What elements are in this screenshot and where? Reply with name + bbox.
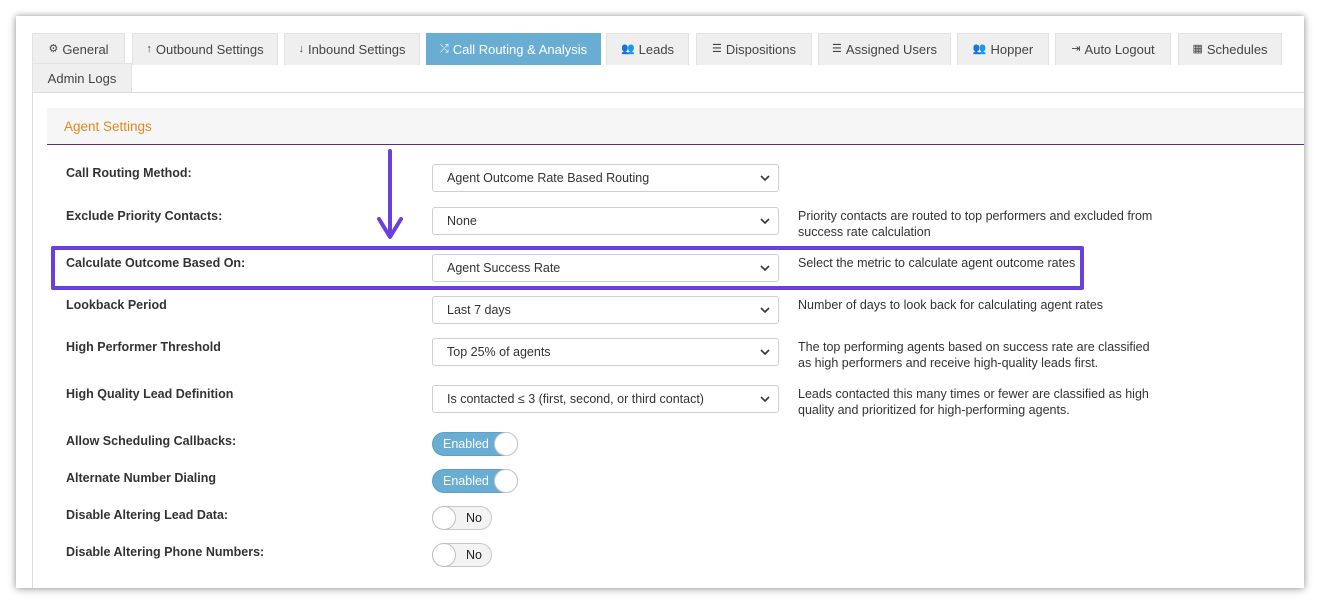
tab-assigned-users[interactable]: ☰ Assigned Users	[818, 33, 951, 65]
tab-label: Hopper	[990, 42, 1034, 57]
list-icon: ☰	[712, 43, 722, 55]
scheduling-callbacks-toggle[interactable]: Enabled	[432, 432, 518, 456]
tab-auto-logout[interactable]: ⇥ Auto Logout	[1055, 33, 1171, 65]
high-quality-label: High Quality Lead Definition	[66, 387, 234, 401]
scheduling-callbacks-label: Allow Scheduling Callbacks:	[66, 434, 237, 448]
disable-phone-numbers-toggle[interactable]: No	[432, 543, 492, 567]
disable-lead-data-toggle[interactable]: No	[432, 506, 492, 530]
routing-method-label: Call Routing Method:	[66, 166, 192, 180]
tab-label: Outbound Settings	[155, 42, 264, 57]
select-value: None	[447, 214, 477, 228]
tab-outbound-settings[interactable]: ↑ Outbound Settings	[132, 33, 278, 65]
tab-inbound-settings[interactable]: ↓ Inbound Settings	[284, 33, 420, 65]
toggle-knob	[432, 543, 456, 567]
chevron-down-icon	[760, 265, 770, 272]
app-window: ⚙ General ↑ Outbound Settings ↓ Inbound …	[16, 16, 1304, 588]
calculate-outcome-select[interactable]: Agent Success Rate	[432, 254, 779, 282]
chevron-down-icon	[760, 218, 770, 225]
gears-icon: ⚙	[48, 43, 59, 55]
tab-label: General	[62, 42, 109, 57]
select-value: Last 7 days	[447, 303, 511, 317]
calculate-outcome-help: Select the metric to calculate agent out…	[798, 256, 1076, 270]
high-quality-select[interactable]: Is contacted ≤ 3 (first, second, or thir…	[432, 385, 779, 413]
ordered-list-icon: ☰	[832, 43, 842, 55]
lookback-label: Lookback Period	[66, 298, 167, 312]
toggle-knob	[494, 469, 518, 493]
users-icon: 👥	[972, 43, 987, 55]
tab-label: Leads	[638, 42, 675, 57]
calendar-icon: ▦	[1192, 43, 1203, 55]
tab-label: Auto Logout	[1084, 42, 1155, 57]
chevron-down-icon	[760, 175, 770, 182]
chevron-down-icon	[760, 307, 770, 314]
disable-phone-numbers-label: Disable Altering Phone Numbers:	[66, 545, 265, 559]
chevron-down-icon	[760, 349, 770, 356]
tab-leads[interactable]: 👥 Leads	[606, 33, 689, 65]
tab-label: Inbound Settings	[307, 42, 406, 57]
tab-schedules[interactable]: ▦ Schedules	[1178, 33, 1282, 65]
high-performer-select[interactable]: Top 25% of agents	[432, 338, 779, 366]
lookback-help: Number of days to look back for calculat…	[798, 298, 1104, 312]
high-quality-help: Leads contacted this many times or fewer…	[798, 387, 1149, 417]
toggle-knob	[494, 432, 518, 456]
routing-method-select[interactable]: Agent Outcome Rate Based Routing	[432, 164, 779, 192]
disable-lead-data-label: Disable Altering Lead Data:	[66, 508, 229, 522]
high-performer-label: High Performer Threshold	[66, 340, 221, 354]
tab-admin-logs[interactable]: Admin Logs	[32, 63, 132, 93]
exclude-priority-select[interactable]: None	[432, 207, 779, 235]
select-value: Top 25% of agents	[447, 345, 551, 359]
chevron-down-icon	[760, 396, 770, 403]
tab-label: Admin Logs	[47, 71, 117, 86]
toggle-state: No	[466, 548, 482, 562]
exclude-priority-help: Priority contacts are routed to top perf…	[798, 209, 1153, 239]
arrow-up-icon: ↑	[146, 43, 152, 55]
tab-label: Call Routing & Analysis	[452, 42, 588, 57]
alternate-dialing-toggle[interactable]: Enabled	[432, 469, 518, 493]
toggle-state: Enabled	[443, 437, 489, 451]
sign-out-icon: ⇥	[1071, 43, 1081, 55]
tab-label: Dispositions	[725, 42, 796, 57]
alternate-dialing-label: Alternate Number Dialing	[66, 471, 217, 485]
tab-label: Schedules	[1206, 42, 1268, 57]
select-value: Is contacted ≤ 3 (first, second, or thir…	[447, 392, 704, 406]
lookback-select[interactable]: Last 7 days	[432, 296, 779, 324]
tab-dispositions[interactable]: ☰ Dispositions	[696, 33, 812, 65]
high-performer-help: The top performing agents based on succe…	[798, 340, 1150, 370]
toggle-knob	[432, 506, 456, 530]
tab-label: Assigned Users	[845, 42, 937, 57]
select-value: Agent Outcome Rate Based Routing	[447, 171, 650, 185]
select-value: Agent Success Rate	[447, 261, 561, 275]
shuffle-icon: ⤮	[439, 43, 449, 55]
toggle-state: No	[466, 511, 482, 525]
calculate-outcome-label: Calculate Outcome Based On:	[66, 256, 246, 270]
panel-title: Agent Settings	[47, 108, 1304, 145]
toggle-state: Enabled	[443, 474, 489, 488]
arrow-down-icon: ↓	[298, 43, 304, 55]
tab-call-routing-analysis[interactable]: ⤮ Call Routing & Analysis	[426, 33, 601, 65]
tab-hopper[interactable]: 👥 Hopper	[957, 33, 1049, 65]
exclude-priority-label: Exclude Priority Contacts:	[66, 209, 223, 223]
tab-general[interactable]: ⚙ General	[32, 33, 125, 65]
users-icon: 👥	[620, 43, 635, 55]
